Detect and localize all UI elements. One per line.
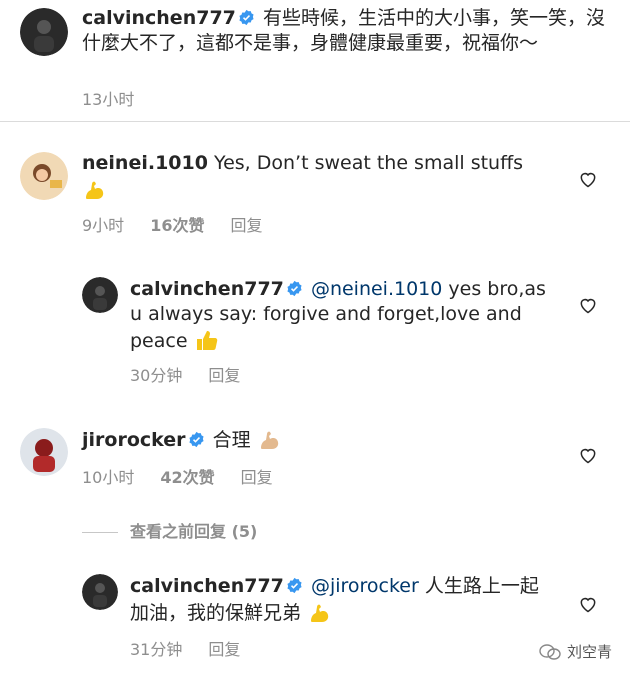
thumbs-up-icon bbox=[194, 327, 220, 353]
comment-text: neinei.1010 Yes, Don’t sweat the small s… bbox=[82, 151, 582, 203]
comment-username[interactable]: calvinchen777 bbox=[130, 278, 284, 300]
caption-text: calvinchen777 有些時候，生活中的大小事，笑一笑，沒什麼大不了，這都… bbox=[82, 6, 612, 56]
reply-button[interactable]: 回复 bbox=[208, 636, 240, 660]
verified-badge-icon bbox=[286, 280, 303, 297]
mention-link[interactable]: @jirorocker bbox=[311, 575, 419, 597]
comment-username[interactable]: calvinchen777 bbox=[130, 575, 284, 597]
avatar[interactable] bbox=[20, 8, 68, 56]
flexed-biceps-icon bbox=[257, 426, 283, 452]
heart-icon[interactable] bbox=[578, 594, 598, 614]
wechat-icon bbox=[539, 644, 561, 660]
caption-time: 13小时 bbox=[82, 90, 135, 109]
avatar[interactable] bbox=[20, 152, 68, 200]
caption-username[interactable]: calvinchen777 bbox=[82, 7, 236, 29]
reply-button[interactable]: 回复 bbox=[208, 362, 240, 386]
mention-link[interactable]: @neinei.1010 bbox=[311, 278, 442, 300]
avatar[interactable] bbox=[82, 277, 118, 313]
watermark: 刘空青 bbox=[539, 641, 612, 662]
like-count[interactable]: 16次赞 bbox=[150, 212, 204, 236]
comment-meta: 30分钟 回复 bbox=[130, 362, 240, 386]
comment-time: 31分钟 bbox=[130, 640, 183, 659]
like-count[interactable]: 42次赞 bbox=[160, 464, 214, 488]
verified-badge-icon bbox=[188, 431, 205, 448]
post-caption: calvinchen777 有些時候，生活中的大小事，笑一笑，沒什麼大不了，這都… bbox=[0, 0, 630, 122]
flexed-biceps-icon bbox=[307, 599, 333, 625]
caption-meta: 13小时 bbox=[82, 86, 134, 110]
comment-meta: 31分钟 回复 bbox=[130, 636, 240, 660]
divider bbox=[82, 532, 118, 533]
view-previous-replies[interactable]: 查看之前回复 (5) bbox=[82, 518, 257, 542]
divider bbox=[0, 121, 630, 122]
heart-icon[interactable] bbox=[578, 169, 598, 189]
verified-badge-icon bbox=[286, 577, 303, 594]
comment-text: jirorocker 合理 bbox=[82, 426, 562, 453]
comment-username[interactable]: jirorocker bbox=[82, 429, 186, 451]
comment-text: calvinchen777 @neinei.1010 yes bro,as u … bbox=[130, 277, 560, 354]
comment-body: Yes, Don’t sweat the small stuffs bbox=[214, 152, 524, 174]
heart-icon[interactable] bbox=[578, 445, 598, 465]
watermark-text: 刘空青 bbox=[566, 643, 612, 661]
comment-time: 30分钟 bbox=[130, 366, 183, 385]
flexed-biceps-icon bbox=[82, 176, 108, 202]
verified-badge-icon bbox=[238, 9, 255, 26]
view-previous-label: 查看之前回复 (5) bbox=[130, 522, 258, 541]
avatar[interactable] bbox=[20, 428, 68, 476]
comment-body: 合理 bbox=[212, 429, 251, 451]
comment-username[interactable]: neinei.1010 bbox=[82, 152, 208, 174]
reply-button[interactable]: 回复 bbox=[230, 212, 262, 236]
reply-button[interactable]: 回复 bbox=[241, 464, 273, 488]
avatar[interactable] bbox=[82, 574, 118, 610]
comment-time: 9小时 bbox=[82, 216, 125, 235]
comment-text: calvinchen777 @jirorocker 人生路上一起加油，我的保鮮兄… bbox=[130, 574, 550, 626]
comment-meta: 10小时 42次赞 回复 bbox=[82, 464, 273, 488]
comment-meta: 9小时 16次赞 回复 bbox=[82, 212, 262, 236]
heart-icon[interactable] bbox=[578, 295, 598, 315]
comment-time: 10小时 bbox=[82, 468, 135, 487]
